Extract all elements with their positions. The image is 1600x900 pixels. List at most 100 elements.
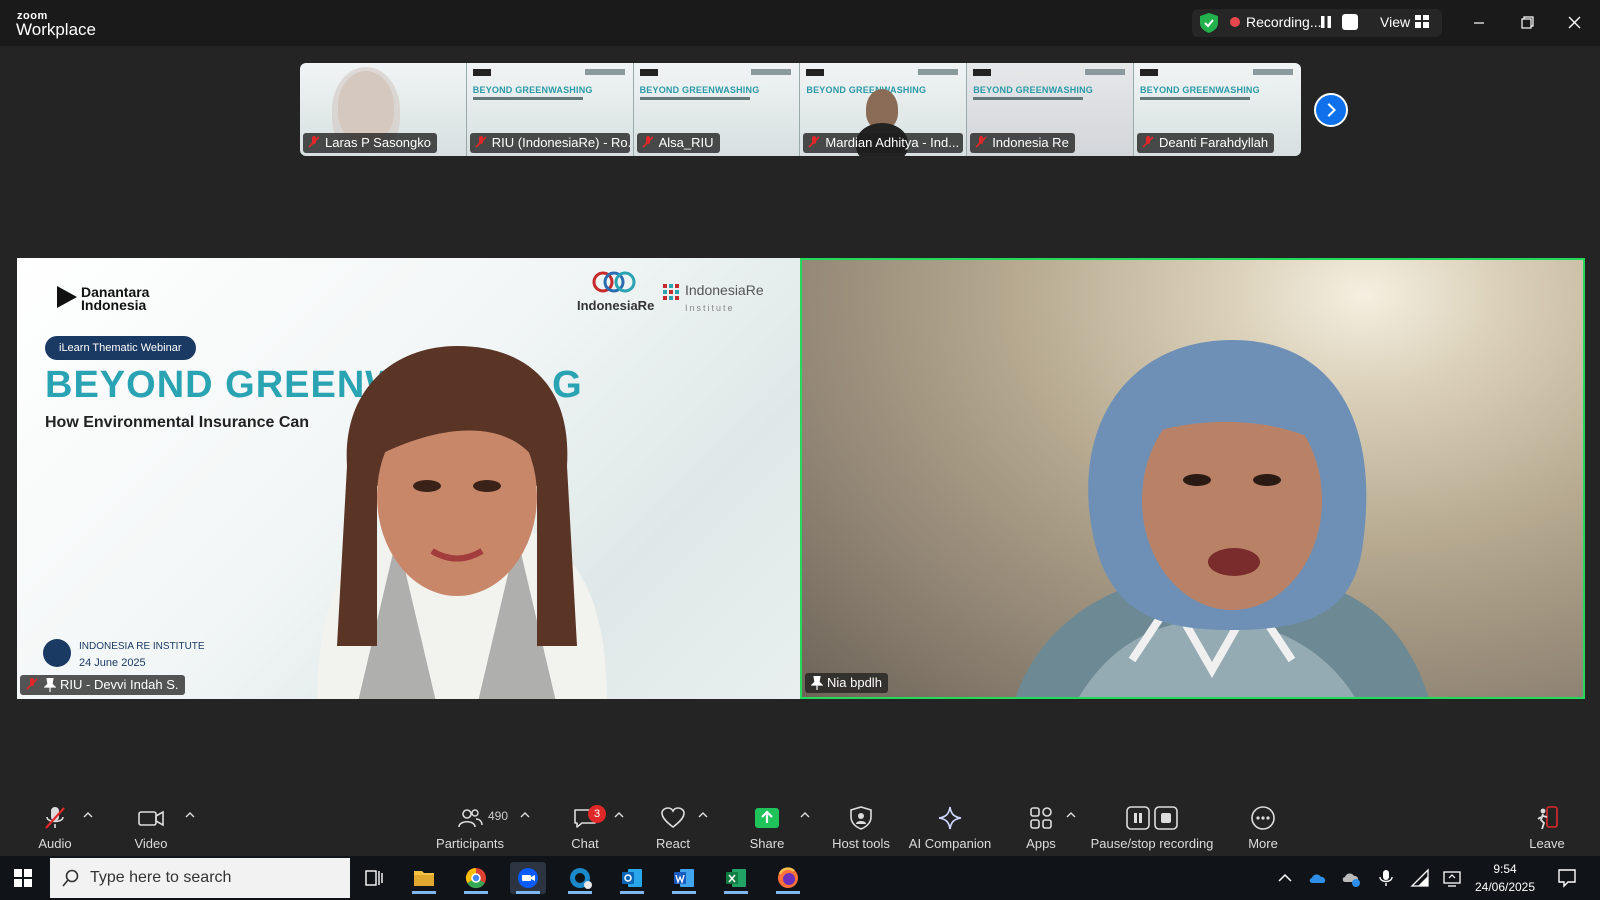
zoom-logo-icon: [518, 868, 538, 888]
audio-label: Audio: [38, 836, 72, 851]
close-button[interactable]: [1560, 10, 1590, 36]
host-tools-button[interactable]: Host tools: [828, 797, 894, 856]
participant-thumb[interactable]: BEYOND GREENWASHING Mardian Adhitya - In…: [800, 63, 968, 156]
task-view-icon[interactable]: [356, 862, 392, 894]
recording-status: Recording...: [1246, 14, 1322, 30]
participants-button[interactable]: Participants: [434, 797, 506, 856]
folder-icon: [414, 871, 434, 886]
danantara-logo-icon: [57, 286, 77, 308]
audio-button[interactable]: Audio: [30, 797, 80, 856]
running-indicator: [464, 891, 488, 894]
participants-label: Participants: [436, 836, 504, 851]
notifications-icon[interactable]: [1556, 867, 1578, 889]
onedrive-sync-icon[interactable]: [1342, 868, 1362, 888]
pin-icon: [811, 676, 823, 690]
firefox-icon[interactable]: [770, 862, 806, 894]
audio-options-caret-icon[interactable]: [83, 811, 93, 819]
microphone-icon[interactable]: [1376, 868, 1396, 888]
participant-thumb[interactable]: BEYOND GREENWASHING Deanti Farahdyllah: [1133, 63, 1301, 156]
share-button[interactable]: Share: [742, 797, 792, 856]
mini-logos: [918, 69, 959, 75]
slide-footer-org: INDONESIA RE INSTITUTE: [79, 641, 205, 652]
running-indicator: [412, 891, 436, 894]
network-icon[interactable]: [1410, 868, 1430, 888]
mini-slide-subtitle: [472, 97, 583, 100]
participant-thumb[interactable]: Laras P Sasongko: [300, 63, 467, 156]
video-tile-devvi[interactable]: Danantara Indonesia IndonesiaRe Indonesi…: [17, 258, 800, 699]
muted-mic-icon: [475, 136, 487, 148]
grid-view-icon[interactable]: [1415, 15, 1429, 28]
video-tile-nia[interactable]: Nia bpdlh: [800, 258, 1585, 699]
muted-mic-icon: [26, 678, 38, 690]
zoom-app-icon[interactable]: [510, 862, 546, 894]
clock-time[interactable]: 9:54: [1470, 862, 1540, 876]
mini-slide-subtitle: [973, 97, 1084, 100]
participant-name: Alsa_RIU: [658, 135, 714, 150]
file-explorer-icon[interactable]: [406, 862, 442, 894]
react-label: React: [656, 836, 690, 851]
webinar-pill: iLearn Thematic Webinar: [45, 336, 196, 360]
slide-subline-start: How Environmental Insurance Can: [45, 414, 310, 431]
video-options-caret-icon[interactable]: [185, 811, 195, 819]
pause-recording-button[interactable]: [1318, 14, 1334, 30]
word-icon[interactable]: [666, 862, 702, 894]
windows-start-icon[interactable]: [14, 869, 32, 887]
share-options-caret-icon[interactable]: [800, 811, 810, 819]
show-hidden-icons-chevron-icon[interactable]: [1275, 868, 1295, 888]
recording-dot-icon: [1230, 17, 1240, 27]
running-indicator: [776, 891, 800, 894]
mini-slide-title: BEYOND GREENWASHING: [973, 85, 1093, 95]
minimize-button[interactable]: [1464, 10, 1494, 36]
ai-companion-button[interactable]: AI Companion: [908, 797, 992, 856]
apps-button[interactable]: Apps: [1016, 797, 1066, 856]
participant-name-tag: Deanti Farahdyllah: [1136, 133, 1275, 153]
windows-taskbar: 9:54 24/06/2025: [0, 856, 1600, 900]
mini-logos: [1084, 69, 1125, 75]
next-page-button[interactable]: [1314, 93, 1348, 127]
mini-logos: [1252, 69, 1293, 75]
shield-check-icon[interactable]: [1200, 13, 1218, 33]
chrome-logo-icon: [465, 867, 486, 889]
mini-logos: [584, 69, 625, 75]
view-button[interactable]: View: [1380, 14, 1410, 30]
mini-slide-title: BEYOND GREENWASHING: [1139, 85, 1260, 95]
chat-options-caret-icon[interactable]: [614, 811, 624, 819]
participant-thumb[interactable]: BEYOND GREENWASHING Indonesia Re: [967, 63, 1134, 156]
participant-thumb[interactable]: BEYOND GREENWASHING RIU (IndonesiaRe) - …: [466, 63, 634, 156]
onedrive-cloud-icon[interactable]: [1308, 868, 1328, 888]
copilot-icon[interactable]: [562, 862, 598, 894]
mini-brand-logo: [806, 69, 825, 76]
participants-options-caret-icon[interactable]: [520, 811, 530, 819]
participant-thumb[interactable]: BEYOND GREENWASHING Alsa_RIU: [633, 63, 801, 156]
leave-icon: [1537, 806, 1558, 830]
display-icon[interactable]: [1442, 868, 1462, 888]
share-label: Share: [749, 836, 785, 851]
chat-button[interactable]: Chat: [560, 797, 610, 856]
mini-brand-logo: [1139, 69, 1158, 76]
video-button[interactable]: Video: [126, 797, 176, 856]
react-button[interactable]: React: [648, 797, 698, 856]
apps-options-caret-icon[interactable]: [1066, 811, 1076, 819]
speaker-video-nia: [1015, 340, 1429, 697]
mini-slide-title: BEYOND GREENWASHING: [639, 85, 760, 95]
chrome-icon[interactable]: [458, 862, 494, 894]
indonesiare-logo: IndonesiaRe: [577, 298, 655, 313]
mini-brand-logo: [639, 69, 658, 76]
muted-mic-icon: [808, 136, 820, 148]
clock-date[interactable]: 24/06/2025: [1470, 880, 1540, 894]
restore-button[interactable]: [1512, 10, 1542, 36]
taskbar-search[interactable]: [50, 858, 350, 898]
firefox-logo-icon: [778, 867, 798, 888]
participant-name: Mardian Adhitya - Ind...: [825, 135, 960, 150]
pause-stop-recording-button[interactable]: Pause/stop recording: [1090, 797, 1214, 856]
react-options-caret-icon[interactable]: [698, 811, 708, 819]
participant-gallery-strip: Laras P Sasongko BEYOND GREENWASHING RIU…: [300, 63, 1301, 156]
more-button[interactable]: More: [1238, 797, 1288, 856]
leave-button[interactable]: Leave: [1522, 797, 1572, 856]
title-bar: zoom Workplace Recording... View: [0, 0, 1600, 46]
search-input[interactable]: [90, 867, 340, 889]
muted-mic-icon: [975, 136, 987, 148]
outlook-icon[interactable]: [614, 862, 650, 894]
stop-recording-button[interactable]: [1342, 14, 1358, 30]
excel-icon[interactable]: [718, 862, 754, 894]
